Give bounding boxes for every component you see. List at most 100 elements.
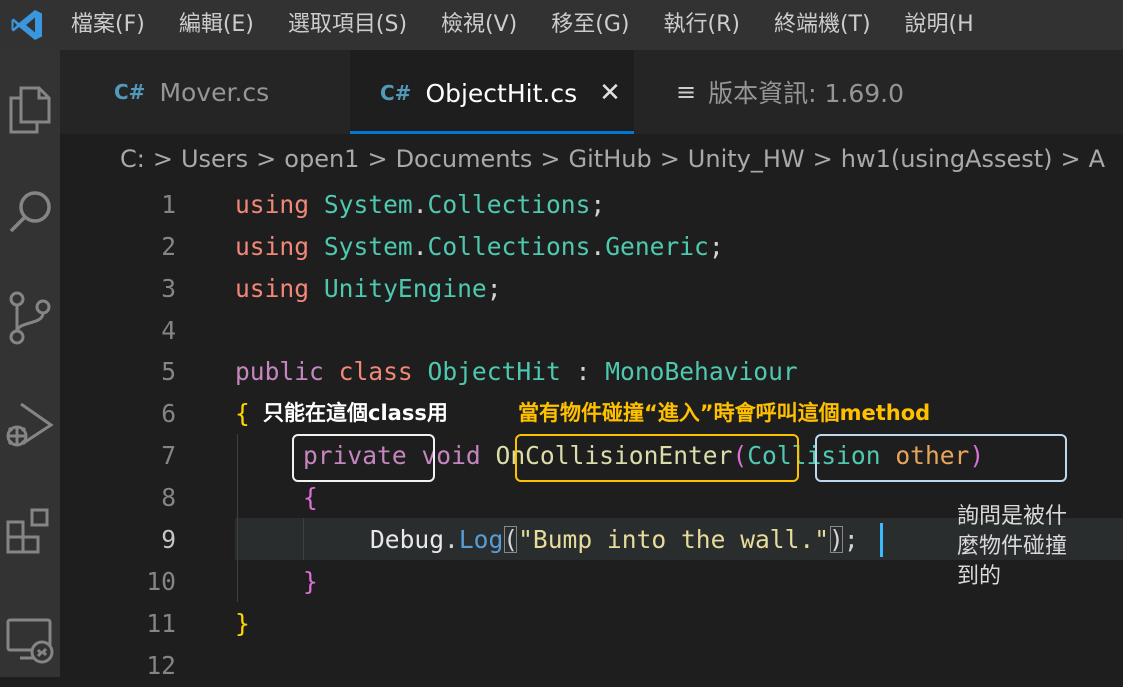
- tab-label: 版本資訊: 1.69.0: [708, 79, 904, 108]
- breadcrumb-item[interactable]: GitHub: [569, 145, 652, 173]
- namespace: Collections: [427, 232, 591, 261]
- punctuation: ;: [708, 232, 724, 261]
- parameter-annotation-line: 詢問是被什: [957, 504, 1068, 529]
- punctuation: :: [575, 357, 591, 386]
- menu-go[interactable]: 移至(G): [534, 0, 646, 50]
- class-annotation: 只能在這個class用: [263, 401, 448, 425]
- tab-mover-cs[interactable]: C# Mover.cs: [114, 50, 350, 134]
- string-literal: "Bump into the wall.: [518, 525, 815, 554]
- code-editor[interactable]: 1 2 3 4 5 6 7 8 9 10 11 12 using System.…: [84, 184, 1123, 680]
- release-notes-icon: ≡: [676, 78, 697, 106]
- parameter-annotation: 詢問是被什 麼物件碰撞 到的: [957, 502, 1067, 592]
- breadcrumb-separator-icon: >: [152, 145, 173, 173]
- code-line: using System.Collections.Generic;: [235, 226, 724, 268]
- parameter-highlight-box: [815, 434, 1067, 482]
- code-line: {: [303, 477, 318, 519]
- tab-objecthit-cs[interactable]: C# ObjectHit.cs ✕: [350, 50, 634, 134]
- line-number: 6: [161, 399, 176, 428]
- breadcrumb-separator-icon: >: [256, 145, 277, 173]
- menu-bar: 檔案(F) 編輯(E) 選取項目(S) 檢視(V) 移至(G) 執行(R) 終端…: [0, 0, 1123, 50]
- line-number: 2: [161, 232, 176, 261]
- indent-guide: [237, 434, 238, 602]
- breadcrumb-item[interactable]: Users: [181, 145, 248, 173]
- code-line: }: [235, 603, 250, 645]
- method-call: Log: [458, 525, 504, 554]
- line-number: 12: [146, 651, 176, 680]
- line-number: 7: [161, 441, 176, 470]
- namespace: System: [323, 190, 413, 219]
- menu-edit[interactable]: 編輯(E): [162, 0, 271, 50]
- close-icon[interactable]: ✕: [599, 78, 621, 108]
- method-annotation: 當有物件碰撞“進入”時會呼叫這個method: [518, 401, 931, 425]
- breadcrumb-item[interactable]: Documents: [396, 145, 533, 173]
- punctuation: .: [412, 190, 428, 219]
- csharp-file-icon: C#: [380, 81, 412, 105]
- text-cursor: [880, 523, 883, 557]
- tab-label: Mover.cs: [159, 77, 270, 107]
- breadcrumb: C: > Users > open1 > Documents > GitHub …: [84, 134, 1123, 184]
- line-number: 8: [161, 483, 176, 512]
- menu-help[interactable]: 說明(H: [888, 0, 991, 50]
- extensions-icon[interactable]: [0, 502, 60, 562]
- menu-run[interactable]: 執行(R): [646, 0, 756, 50]
- line-number: 5: [161, 357, 176, 386]
- breadcrumb-item[interactable]: Unity_HW: [688, 145, 805, 173]
- line-number: 1: [161, 190, 176, 219]
- brace: }: [303, 567, 318, 596]
- keyword: using: [235, 274, 310, 303]
- code-line: }: [303, 561, 318, 603]
- code-line: Debug.Log("Bump into the wall.");: [370, 519, 859, 561]
- breadcrumb-separator-icon: >: [659, 145, 680, 173]
- paren: (: [503, 525, 519, 554]
- brace: }: [235, 609, 250, 638]
- line-number: 10: [146, 567, 176, 596]
- breadcrumb-separator-icon: >: [812, 145, 833, 173]
- breadcrumb-separator-icon: >: [540, 145, 561, 173]
- menu-file[interactable]: 檔案(F): [54, 0, 162, 50]
- keyword: public: [235, 357, 324, 386]
- search-icon[interactable]: [0, 182, 60, 242]
- namespace: Generic: [605, 232, 709, 261]
- editor-tab-bar: C# Mover.cs C# ObjectHit.cs ✕ ≡ 版本資訊: 1.…: [60, 50, 1123, 134]
- indent-guide: [303, 518, 304, 560]
- code-line: using System.Collections;: [235, 184, 605, 226]
- code-line: public class ObjectHit : MonoBehaviour: [235, 351, 798, 393]
- punctuation: .: [412, 232, 428, 261]
- line-number: 4: [161, 316, 176, 345]
- breadcrumb-item[interactable]: hw1(usingAssest): [841, 145, 1053, 173]
- csharp-file-icon: C#: [114, 80, 146, 104]
- code-line: using UnityEngine;: [235, 268, 502, 310]
- breadcrumb-separator-icon: >: [367, 145, 388, 173]
- line-number: 3: [161, 274, 176, 303]
- parameter-annotation-line: 到的: [957, 564, 1002, 589]
- paren: ): [829, 525, 844, 554]
- keyword: using: [235, 232, 310, 261]
- explorer-icon[interactable]: [0, 80, 60, 140]
- parameter-annotation-line: 麼物件碰撞: [957, 534, 1068, 559]
- namespace: Collections: [427, 190, 591, 219]
- menu-selection[interactable]: 選取項目(S): [271, 0, 424, 50]
- tab-release-notes[interactable]: ≡ 版本資訊: 1.69.0: [676, 50, 1116, 134]
- tab-label: ObjectHit.cs: [425, 78, 578, 108]
- menu-view[interactable]: 檢視(V): [424, 0, 534, 50]
- string-literal: ": [814, 525, 830, 554]
- breadcrumb-item[interactable]: C:: [120, 145, 145, 173]
- punctuation: .: [444, 525, 459, 554]
- keyword: using: [235, 190, 310, 219]
- keyword: class: [338, 357, 413, 386]
- breadcrumb-item[interactable]: open1: [284, 145, 359, 173]
- private-highlight-box: [292, 434, 435, 482]
- namespace: UnityEngine: [323, 274, 487, 303]
- remote-explorer-icon[interactable]: [0, 610, 60, 670]
- class-name: ObjectHit: [427, 357, 561, 386]
- brace: {: [235, 399, 250, 428]
- source-control-icon[interactable]: [0, 288, 60, 348]
- punctuation: .: [590, 232, 606, 261]
- breadcrumb-item[interactable]: A: [1089, 145, 1105, 173]
- activity-bar: [0, 50, 60, 677]
- breadcrumb-separator-icon: >: [1060, 145, 1081, 173]
- line-number: 11: [146, 609, 176, 638]
- punctuation: ;: [843, 525, 859, 554]
- menu-terminal[interactable]: 終端機(T): [757, 0, 888, 50]
- run-debug-icon[interactable]: [0, 395, 60, 455]
